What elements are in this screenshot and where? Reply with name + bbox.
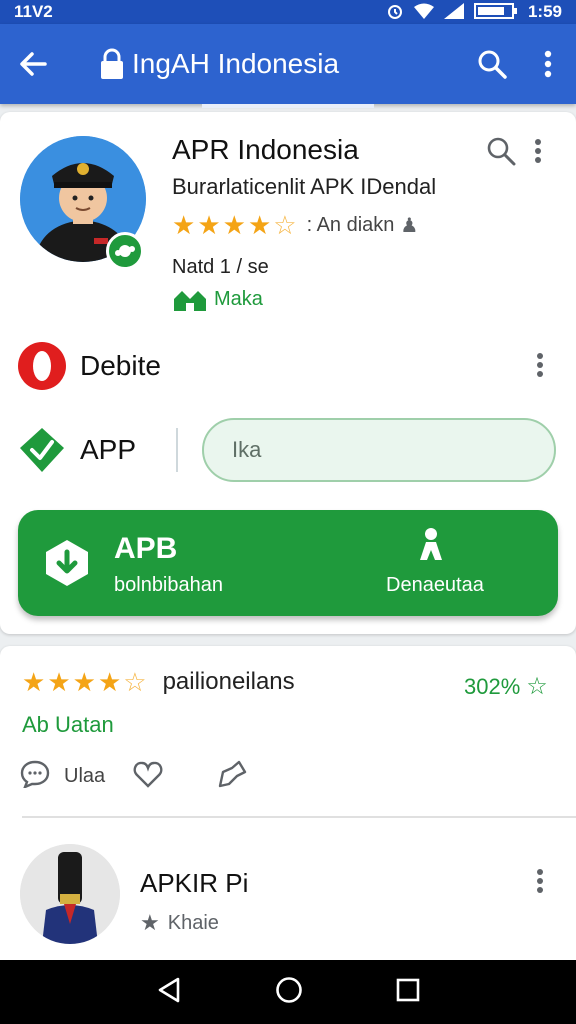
- review-rating-row: ★ ★ ★ ★ ☆ pailioneilans: [22, 668, 295, 696]
- star-full-icon: ★: [22, 667, 46, 697]
- system-nav-bar: [0, 960, 576, 1024]
- list-item-more-button[interactable]: [536, 868, 544, 899]
- app-rating: ★ ★ ★ ★ ☆ : An diakn ♟: [172, 212, 418, 238]
- review-count[interactable]: 302% ☆: [464, 672, 548, 701]
- download-button-title: APB: [114, 532, 178, 565]
- more-vert-icon: [544, 50, 552, 78]
- review-card: ★ ★ ★ ★ ☆ pailioneilans 302% ☆ Ab Uatan …: [0, 646, 576, 976]
- download-button[interactable]: APB bolnbibahan Denaeutaa: [18, 510, 558, 616]
- maker-link[interactable]: Maka: [172, 288, 263, 311]
- app-card: APR Indonesia Burarlaticenlit APK IDenda…: [0, 112, 576, 634]
- verified-badge-icon: [106, 232, 144, 270]
- person-icon: ♟: [400, 214, 419, 237]
- list-item-avatar[interactable]: [20, 844, 120, 944]
- star-full-icon: ★: [172, 210, 196, 240]
- star-full-icon: ★: [97, 667, 122, 697]
- list-item-title: APKIR Pi: [140, 868, 249, 898]
- app-row[interactable]: APP: [18, 426, 136, 474]
- back-triangle-icon[interactable]: [156, 976, 182, 1009]
- star-full-icon: ★: [222, 210, 246, 240]
- review-text: pailioneilans: [162, 668, 295, 695]
- opera-icon: [18, 342, 66, 390]
- app-subtitle: Burarlaticenlit APK IDendal: [172, 174, 437, 199]
- card-more-button[interactable]: [534, 138, 542, 169]
- star-outline-icon: ☆: [526, 673, 548, 700]
- heart-icon[interactable]: [133, 760, 163, 793]
- star-full-icon: ★: [72, 667, 96, 697]
- app-name: APR Indonesia: [172, 134, 359, 165]
- debite-more-button[interactable]: [536, 352, 544, 383]
- star-full-icon: ★: [197, 210, 221, 240]
- store-icon: [174, 290, 206, 311]
- star-full-icon: ★: [140, 910, 160, 935]
- maker-label: Maka: [214, 288, 263, 310]
- review-stars: ★ ★ ★ ★ ☆: [22, 669, 147, 695]
- comment-label: Ulaa: [64, 765, 106, 787]
- app-bar: IngAH Indonesia: [0, 24, 576, 108]
- app-label: APP: [80, 434, 137, 465]
- share-icon[interactable]: [217, 760, 247, 793]
- signal-icon: [443, 2, 464, 22]
- card-search-button[interactable]: [486, 136, 516, 171]
- back-arrow-icon: [20, 52, 47, 76]
- person-pin-icon: [414, 526, 448, 567]
- more-vert-icon: [537, 353, 543, 377]
- rating-stars: ★ ★ ★ ★ ☆: [172, 212, 297, 238]
- back-button[interactable]: [0, 24, 66, 104]
- star-empty-icon: ☆: [273, 210, 297, 240]
- app-bar-title: IngAH Indonesia: [132, 48, 340, 79]
- more-vert-icon: [535, 139, 541, 163]
- status-icons: 1:59: [386, 2, 562, 22]
- review-link[interactable]: Ab Uatan: [22, 712, 114, 738]
- download-button-right-label: Denaeutaa: [386, 574, 484, 596]
- review-actions: Ulaa: [20, 760, 247, 793]
- home-circle-icon[interactable]: [275, 976, 303, 1009]
- divider: [176, 428, 178, 472]
- search-icon: [478, 50, 507, 79]
- alarm-icon: [386, 3, 404, 22]
- search-button[interactable]: [464, 24, 520, 104]
- wifi-icon: [413, 3, 434, 22]
- status-bar: 11V2 1:59: [0, 0, 576, 24]
- status-time: 1:59: [527, 2, 562, 21]
- search-icon: [487, 137, 516, 166]
- rating-text: : An diakn: [306, 213, 395, 236]
- more-vert-icon: [537, 869, 543, 893]
- list-item-subtitle: ★ Khaie: [140, 910, 219, 936]
- star-empty-icon: ☆: [123, 667, 147, 697]
- overflow-menu-button[interactable]: [520, 24, 576, 104]
- search-pill-input[interactable]: Ika: [202, 418, 556, 482]
- debite-row[interactable]: Debite: [18, 342, 161, 390]
- download-button-subtitle: bolnbibahan: [114, 574, 223, 596]
- divider: [22, 816, 576, 818]
- lock-icon: [100, 48, 124, 80]
- list-item-subtitle-text: Khaie: [167, 911, 219, 934]
- review-count-value: 302%: [464, 673, 521, 699]
- comment-icon[interactable]: [20, 760, 50, 793]
- app-meta: Natd 1 / se: [172, 256, 269, 278]
- tab-indicator: [202, 104, 374, 108]
- star-full-icon: ★: [247, 210, 272, 240]
- download-icon: [44, 538, 90, 593]
- recents-square-icon[interactable]: [396, 978, 420, 1007]
- status-left-text: 11V2: [14, 2, 53, 21]
- check-shield-icon: [18, 426, 66, 474]
- debite-label: Debite: [80, 350, 161, 381]
- battery-icon: [473, 2, 518, 22]
- star-full-icon: ★: [47, 667, 71, 697]
